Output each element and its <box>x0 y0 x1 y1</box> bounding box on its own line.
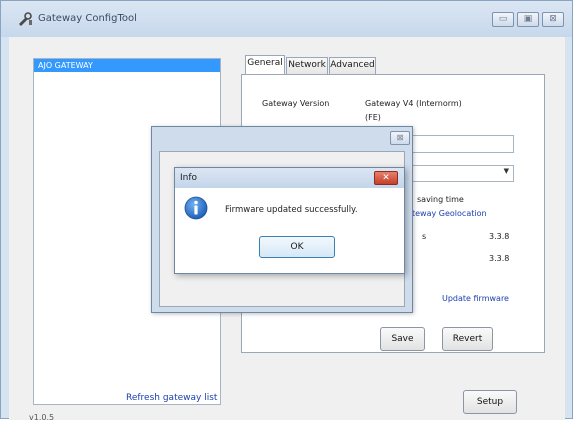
info-dialog: Info ✕ Firmware updated successfully. OK <box>174 167 405 274</box>
title-bar[interactable]: Gateway ConfigTool ▭ ▣ ⊠ <box>1 1 572 37</box>
gateway-version-label: Gateway Version <box>262 99 330 108</box>
ok-button[interactable]: OK <box>259 236 335 258</box>
maximize-button[interactable]: ▣ <box>517 12 539 27</box>
gateway-version-value-suffix: (FE) <box>365 113 381 122</box>
info-icon <box>184 196 208 220</box>
revert-button[interactable]: Revert <box>442 327 493 351</box>
gateway-version-value: Gateway V4 (Internorm) <box>365 99 462 108</box>
chevron-down-icon: ▼ <box>503 167 509 175</box>
latest-version-value: 3.3.8 <box>489 254 510 263</box>
minimize-button[interactable]: ▭ <box>492 12 514 27</box>
firmware-row-label: s <box>422 232 427 241</box>
dialog-close-button[interactable]: ⊠ <box>390 131 410 145</box>
info-dialog-title: Info <box>180 173 198 183</box>
gateway-geolocation-link[interactable]: teway Geolocation <box>412 209 487 218</box>
close-button[interactable]: ⊠ <box>542 12 564 27</box>
tab-network[interactable]: Network <box>286 57 328 74</box>
window-title: Gateway ConfigTool <box>38 13 137 24</box>
gateway-list-item[interactable]: AJO GATEWAY <box>34 59 220 72</box>
setup-button[interactable]: Setup <box>463 390 517 414</box>
tab-general[interactable]: General <box>245 55 285 74</box>
firmware-version-value: 3.3.8 <box>489 232 510 241</box>
tab-advanced[interactable]: Advanced <box>329 57 376 74</box>
refresh-gateway-list-link[interactable]: Refresh gateway list <box>126 393 217 403</box>
wrench-plug-icon <box>19 12 32 26</box>
info-message: Firmware updated successfully. <box>225 205 358 215</box>
save-button[interactable]: Save <box>380 327 425 351</box>
info-dialog-body: Firmware updated successfully. OK <box>175 188 404 273</box>
info-dialog-close-button[interactable]: ✕ <box>374 171 398 185</box>
info-dialog-title-bar[interactable]: Info ✕ <box>175 168 404 188</box>
daylight-saving-label: saving time <box>417 195 464 204</box>
update-firmware-link[interactable]: Update firmware <box>442 294 509 303</box>
app-version: v1.0.5 <box>29 413 55 422</box>
